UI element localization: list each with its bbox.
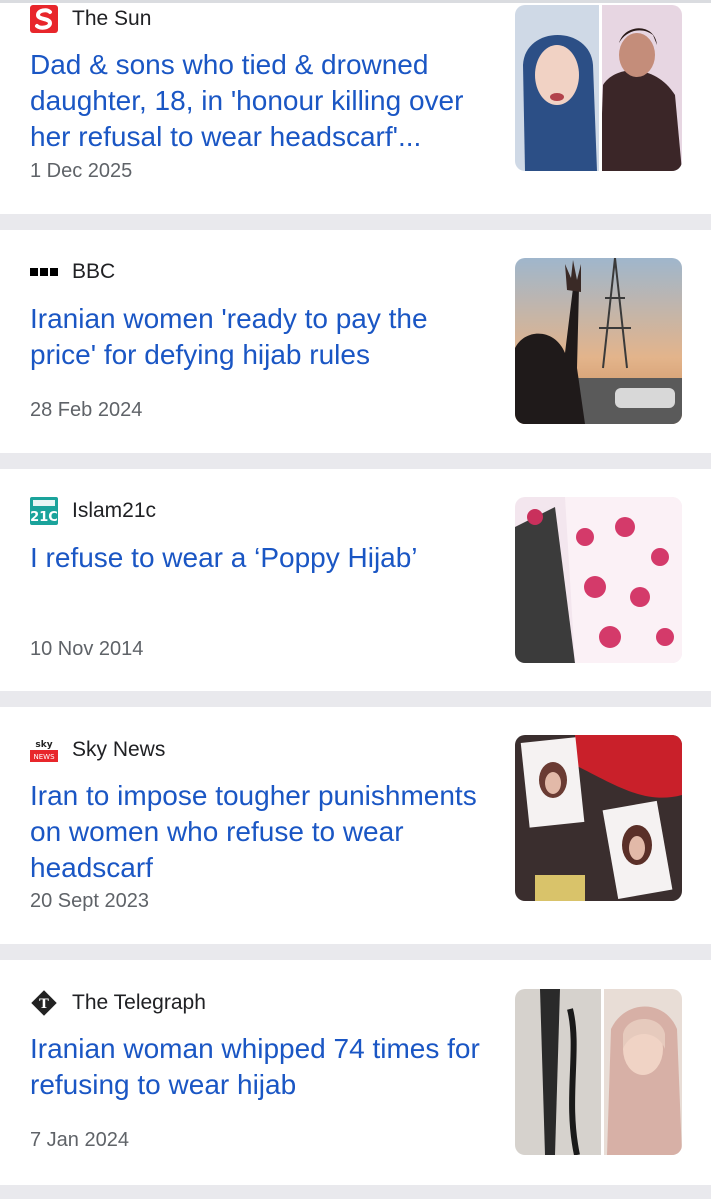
- news-card[interactable]: sky NEWS Sky News Iran to impose tougher…: [0, 707, 711, 944]
- article-thumbnail[interactable]: [515, 735, 682, 901]
- source-row: T The Telegraph: [30, 988, 206, 1018]
- bbc-logo-icon: [30, 258, 58, 286]
- article-thumbnail[interactable]: [515, 989, 682, 1155]
- source-row: 21C Islam21c: [30, 496, 156, 526]
- source-row: sky NEWS Sky News: [30, 735, 165, 765]
- headline-link[interactable]: I refuse to wear a ‘Poppy Hijab’: [30, 540, 488, 576]
- source-name: BBC: [72, 260, 116, 283]
- publish-date: 1 Dec 2025: [30, 160, 133, 182]
- news-card[interactable]: 21C Islam21c I refuse to wear a ‘Poppy H…: [0, 469, 711, 691]
- the-sun-logo-icon: [30, 5, 58, 33]
- svg-text:NEWS: NEWS: [33, 753, 55, 761]
- telegraph-logo-icon: T: [30, 989, 58, 1017]
- article-thumbnail[interactable]: [515, 497, 682, 663]
- islam21c-logo-icon: 21C: [30, 497, 58, 525]
- sky-news-logo-icon: sky NEWS: [30, 736, 58, 764]
- article-thumbnail[interactable]: [515, 5, 682, 171]
- svg-text:T: T: [39, 997, 49, 1012]
- source-row: The Sun: [30, 4, 151, 34]
- headline-link[interactable]: Iranian woman whipped 74 times for refus…: [30, 1031, 488, 1103]
- news-card[interactable]: T The Telegraph Iranian woman whipped 74…: [0, 960, 711, 1185]
- publish-date: 28 Feb 2024: [30, 399, 143, 421]
- headline-link[interactable]: Iran to impose tougher punishments on wo…: [30, 778, 488, 886]
- publish-date: 10 Nov 2014: [30, 638, 144, 660]
- source-name: Islam21c: [72, 499, 157, 522]
- svg-text:sky: sky: [35, 740, 52, 750]
- publish-date: 7 Jan 2024: [30, 1129, 129, 1151]
- svg-text:21C: 21C: [30, 510, 58, 525]
- publish-date: 20 Sept 2023: [30, 890, 149, 912]
- headline-link[interactable]: Iranian women 'ready to pay the price' f…: [30, 301, 488, 373]
- source-name: The Telegraph: [72, 991, 206, 1014]
- news-card[interactable]: The Sun Dad & sons who tied & drowned da…: [0, 3, 711, 214]
- source-name: The Sun: [72, 7, 152, 30]
- source-row: BBC: [30, 257, 115, 287]
- headline-link[interactable]: Dad & sons who tied & drowned daughter, …: [30, 47, 488, 155]
- article-thumbnail[interactable]: [515, 258, 682, 424]
- news-card[interactable]: BBC Iranian women 'ready to pay the pric…: [0, 230, 711, 453]
- source-name: Sky News: [72, 738, 166, 761]
